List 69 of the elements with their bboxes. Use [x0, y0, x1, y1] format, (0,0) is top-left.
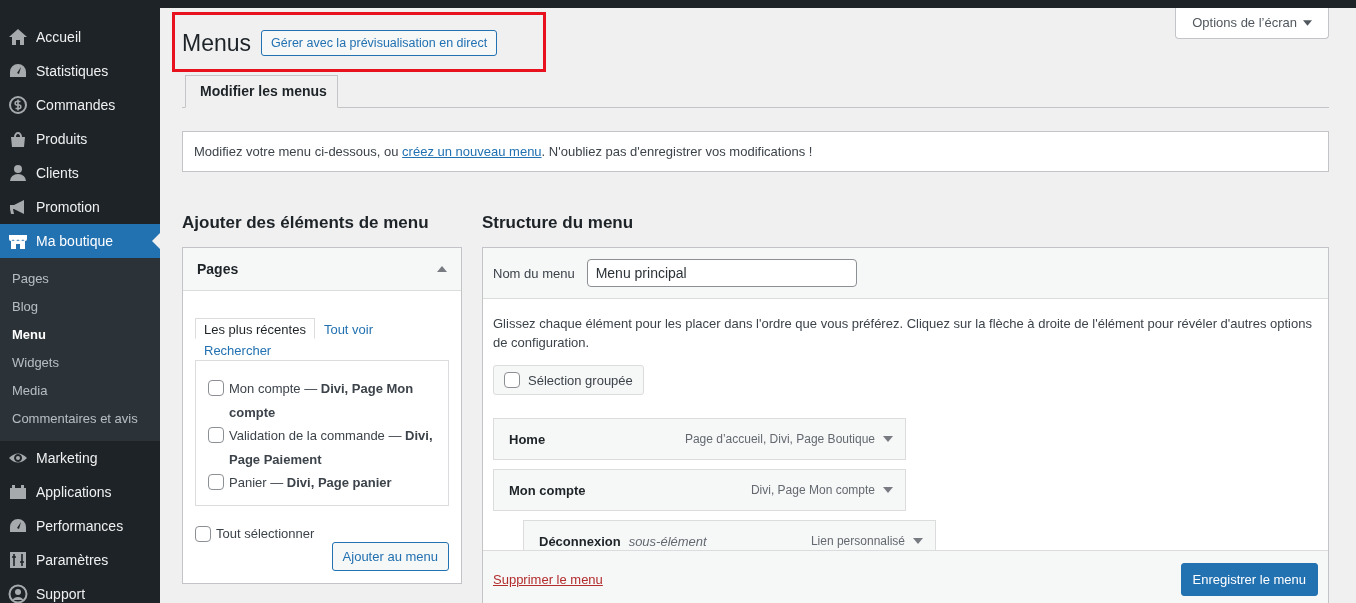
notice-text: Modifiez votre menu ci-dessous, ou créez un nouveau menu. N'oubliez pas d'enregistrer vos modifications ! — [182, 131, 1329, 172]
screen-options-button[interactable]: Options de l’écran — [1175, 8, 1329, 39]
expand-arrow-icon[interactable] — [883, 487, 893, 493]
sidebar-item[interactable]: Promotion — [0, 190, 160, 224]
current-pointer — [152, 233, 160, 249]
page-option-label: Mon compte — Divi, Page Mon compte — [229, 380, 415, 422]
add-to-menu-button[interactable]: Ajouter au menu — [331, 541, 449, 571]
menu-item-title: Déconnexion — [539, 533, 621, 549]
sidebar-item[interactable]: Commandes — [0, 88, 160, 122]
sidebar-item[interactable]: Ma boutique — [0, 224, 160, 258]
menu-item-title: Home — [509, 431, 546, 447]
sidebar-item[interactable]: Applications — [0, 475, 160, 509]
page-option-label: Panier — Divi, Page panier — [229, 474, 392, 492]
section-heading: Ajouter des éléments de menu — [182, 213, 430, 233]
bulk-select-button[interactable]: Sélection groupée — [493, 365, 644, 395]
menu-item-type: Page d’accueil, Divi, Page Boutique — [684, 432, 875, 446]
sliders-icon — [8, 550, 28, 570]
submenu-item[interactable]: Blog — [0, 293, 160, 321]
instructions-text: Glissez chaque élément pour les placer dans l'ordre que vous préférez. Cliquez sur la flèche à droite de l'élément pour révéler d'autres options de configuration. — [493, 315, 1313, 352]
menu-item-bar[interactable]: Mon compte Divi, Page Mon compte — [493, 469, 906, 511]
sidebar-item[interactable]: Statistiques — [0, 54, 160, 88]
submenu-item[interactable]: Commentaires et avis — [0, 405, 160, 433]
person-icon — [8, 584, 28, 603]
field-label: Nom du menu — [493, 265, 575, 281]
menu-item-bar[interactable]: Home Page d’accueil, Divi, Page Boutique — [493, 418, 906, 460]
create-menu-link[interactable]: créez un nouveau menu — [402, 144, 542, 159]
person-icon — [8, 163, 28, 183]
checkbox[interactable] — [504, 372, 520, 388]
caret-icon — [1303, 19, 1312, 26]
submenu-item[interactable]: Menu — [0, 321, 160, 349]
live-preview-button[interactable]: Gérer avec la prévisualisation en direct — [261, 30, 498, 56]
panel-tab[interactable]: Rechercher — [195, 339, 281, 360]
select-all-label: Tout sélectionner — [216, 525, 315, 541]
panel-tab[interactable]: Tout voir — [314, 318, 383, 339]
menu-item-type: Lien personnalisé — [810, 534, 905, 548]
sidebar-item[interactable]: Support — [0, 577, 160, 603]
save-menu-button[interactable]: Enregistrer le menu — [1180, 563, 1318, 596]
menu-item-title: Mon compte — [509, 482, 586, 498]
checkbox[interactable] — [195, 525, 211, 542]
sidebar-item[interactable]: Paramètres — [0, 543, 160, 577]
tab[interactable]: Modifier les menus — [185, 75, 338, 108]
sidebar-item[interactable]: Accueil — [0, 20, 160, 54]
menu-item-type: Divi, Page Mon compte — [750, 483, 875, 497]
page-title: Menus — [182, 29, 252, 57]
submenu-item[interactable]: Widgets — [0, 349, 160, 377]
checkbox[interactable] — [208, 380, 224, 396]
checkbox[interactable] — [208, 474, 224, 490]
dollar-icon — [8, 95, 28, 115]
submenu-item[interactable]: Pages — [0, 265, 160, 293]
section-heading: Structure du menu — [482, 213, 635, 233]
collapse-arrow-icon[interactable] — [437, 266, 447, 272]
page-option-label: Validation de la commande — Divi, Page Paiement — [229, 427, 434, 469]
expand-arrow-icon[interactable] — [913, 538, 923, 544]
menu-item-bar[interactable]: Déconnexion sous-élément Lien personnalisé — [523, 520, 936, 550]
expand-arrow-icon[interactable] — [883, 436, 893, 442]
panel-title[interactable]: Pages — [197, 261, 239, 277]
sidebar-item[interactable]: Performances — [0, 509, 160, 543]
sidebar-item[interactable]: Clients — [0, 156, 160, 190]
delete-menu-link[interactable]: Supprimer le menu — [493, 572, 603, 587]
box-icon — [8, 482, 28, 502]
sidebar-item[interactable]: Marketing — [0, 441, 160, 475]
checkbox[interactable] — [208, 427, 224, 443]
bag-icon — [8, 129, 28, 149]
panel-tab[interactable]: Les plus récentes — [195, 318, 315, 339]
home-icon — [8, 27, 28, 47]
sidebar-item[interactable]: Produits — [0, 122, 160, 156]
menu-name-field[interactable]: Menu principal — [586, 259, 857, 287]
submenu-item[interactable]: Media — [0, 377, 160, 405]
sub-item-label: sous-élément — [628, 533, 707, 549]
